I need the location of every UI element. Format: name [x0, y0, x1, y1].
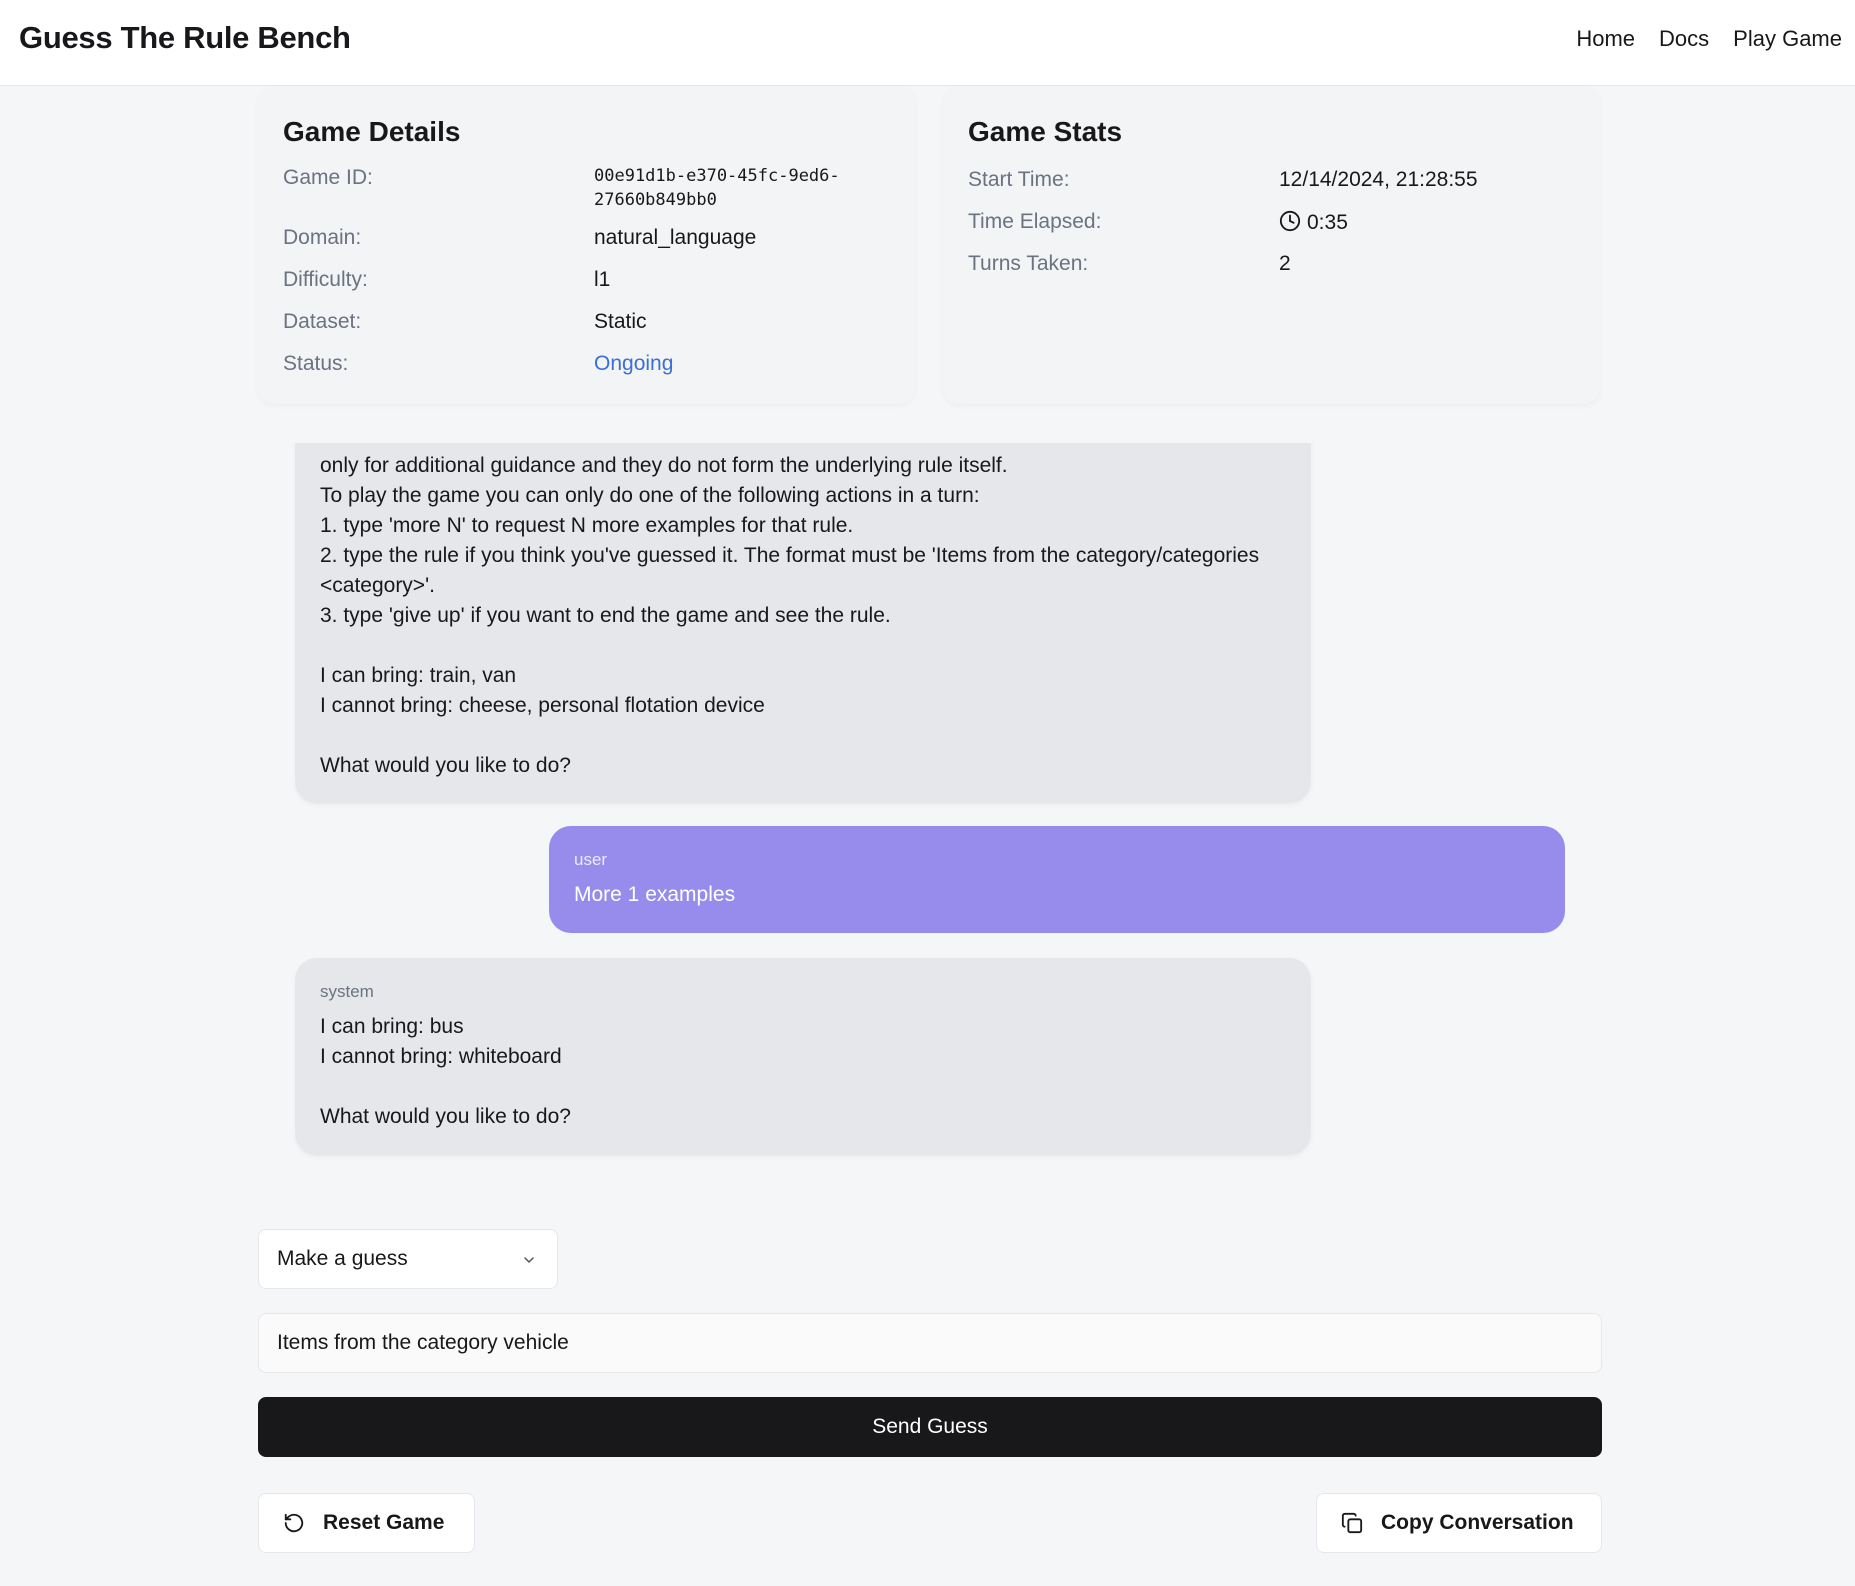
dataset-label: Dataset:	[283, 310, 362, 333]
nav-play-game-link[interactable]: Play Game	[1733, 26, 1842, 52]
time-elapsed-label: Time Elapsed:	[968, 210, 1102, 233]
time-elapsed-value-wrap: 0:35	[1279, 210, 1348, 235]
domain-value: natural_language	[594, 226, 757, 249]
difficulty-value: l1	[594, 268, 611, 291]
start-time-label: Start Time:	[968, 168, 1070, 191]
send-guess-button[interactable]: Send Guess	[258, 1397, 1602, 1457]
game-stats-title: Game Stats	[968, 116, 1123, 147]
copy-conversation-button[interactable]: Copy Conversation	[1316, 1493, 1602, 1553]
time-elapsed-value: 0:35	[1307, 211, 1348, 234]
action-select[interactable]: Make a guess	[258, 1229, 558, 1289]
turns-taken-label: Turns Taken:	[968, 252, 1089, 275]
action-select-value: Make a guess	[277, 1247, 408, 1270]
system-message-bubble: system I can bring: bus I cannot bring: …	[295, 958, 1311, 1155]
conversation-panel[interactable]: only for additional guidance and they do…	[258, 443, 1600, 1180]
copy-conversation-label: Copy Conversation	[1381, 1511, 1574, 1534]
reset-game-label: Reset Game	[323, 1511, 445, 1534]
nav-home-link[interactable]: Home	[1576, 26, 1635, 52]
game-id-row: Game ID: 00e91d1b-e370-45fc-9ed6- 27660b…	[283, 166, 895, 216]
system-message-bubble: only for additional guidance and they do…	[295, 443, 1311, 803]
brand-title[interactable]: Guess The Rule Bench	[19, 20, 351, 56]
chevron-down-icon	[524, 1257, 534, 1263]
status-badge: Ongoing	[594, 352, 674, 375]
dataset-value: Static	[594, 310, 647, 333]
message-role: user	[574, 850, 608, 869]
message-text: only for additional guidance and they do…	[320, 454, 1260, 777]
user-message-bubble: user More 1 examples	[549, 826, 1565, 933]
game-id-label: Game ID:	[283, 166, 373, 189]
message-text: More 1 examples	[574, 883, 736, 906]
turns-taken-value: 2	[1279, 252, 1291, 275]
domain-label: Domain:	[283, 226, 362, 249]
main-nav: Home Docs Play Game	[1576, 26, 1842, 52]
message-role: system	[320, 982, 374, 1001]
guess-input[interactable]	[258, 1313, 1602, 1373]
game-stats-card: Game Stats Start Time: 12/14/2024, 21:28…	[943, 86, 1600, 404]
nav-docs-link[interactable]: Docs	[1659, 26, 1709, 52]
start-time-value: 12/14/2024, 21:28:55	[1279, 168, 1478, 191]
difficulty-label: Difficulty:	[283, 268, 368, 291]
status-label: Status:	[283, 352, 349, 375]
game-id-value: 00e91d1b-e370-45fc-9ed6- 27660b849bb0	[594, 166, 840, 210]
copy-icon	[1341, 1512, 1363, 1534]
game-details-title: Game Details	[283, 116, 461, 147]
game-details-card: Game Details Game ID: 00e91d1b-e370-45fc…	[258, 86, 915, 404]
top-header: Guess The Rule Bench Home Docs Play Game	[0, 0, 1855, 86]
reset-icon	[284, 1513, 304, 1533]
clock-icon	[1279, 210, 1301, 232]
reset-game-button[interactable]: Reset Game	[258, 1493, 475, 1553]
message-text: I can bring: bus I cannot bring: whitebo…	[320, 1015, 571, 1128]
